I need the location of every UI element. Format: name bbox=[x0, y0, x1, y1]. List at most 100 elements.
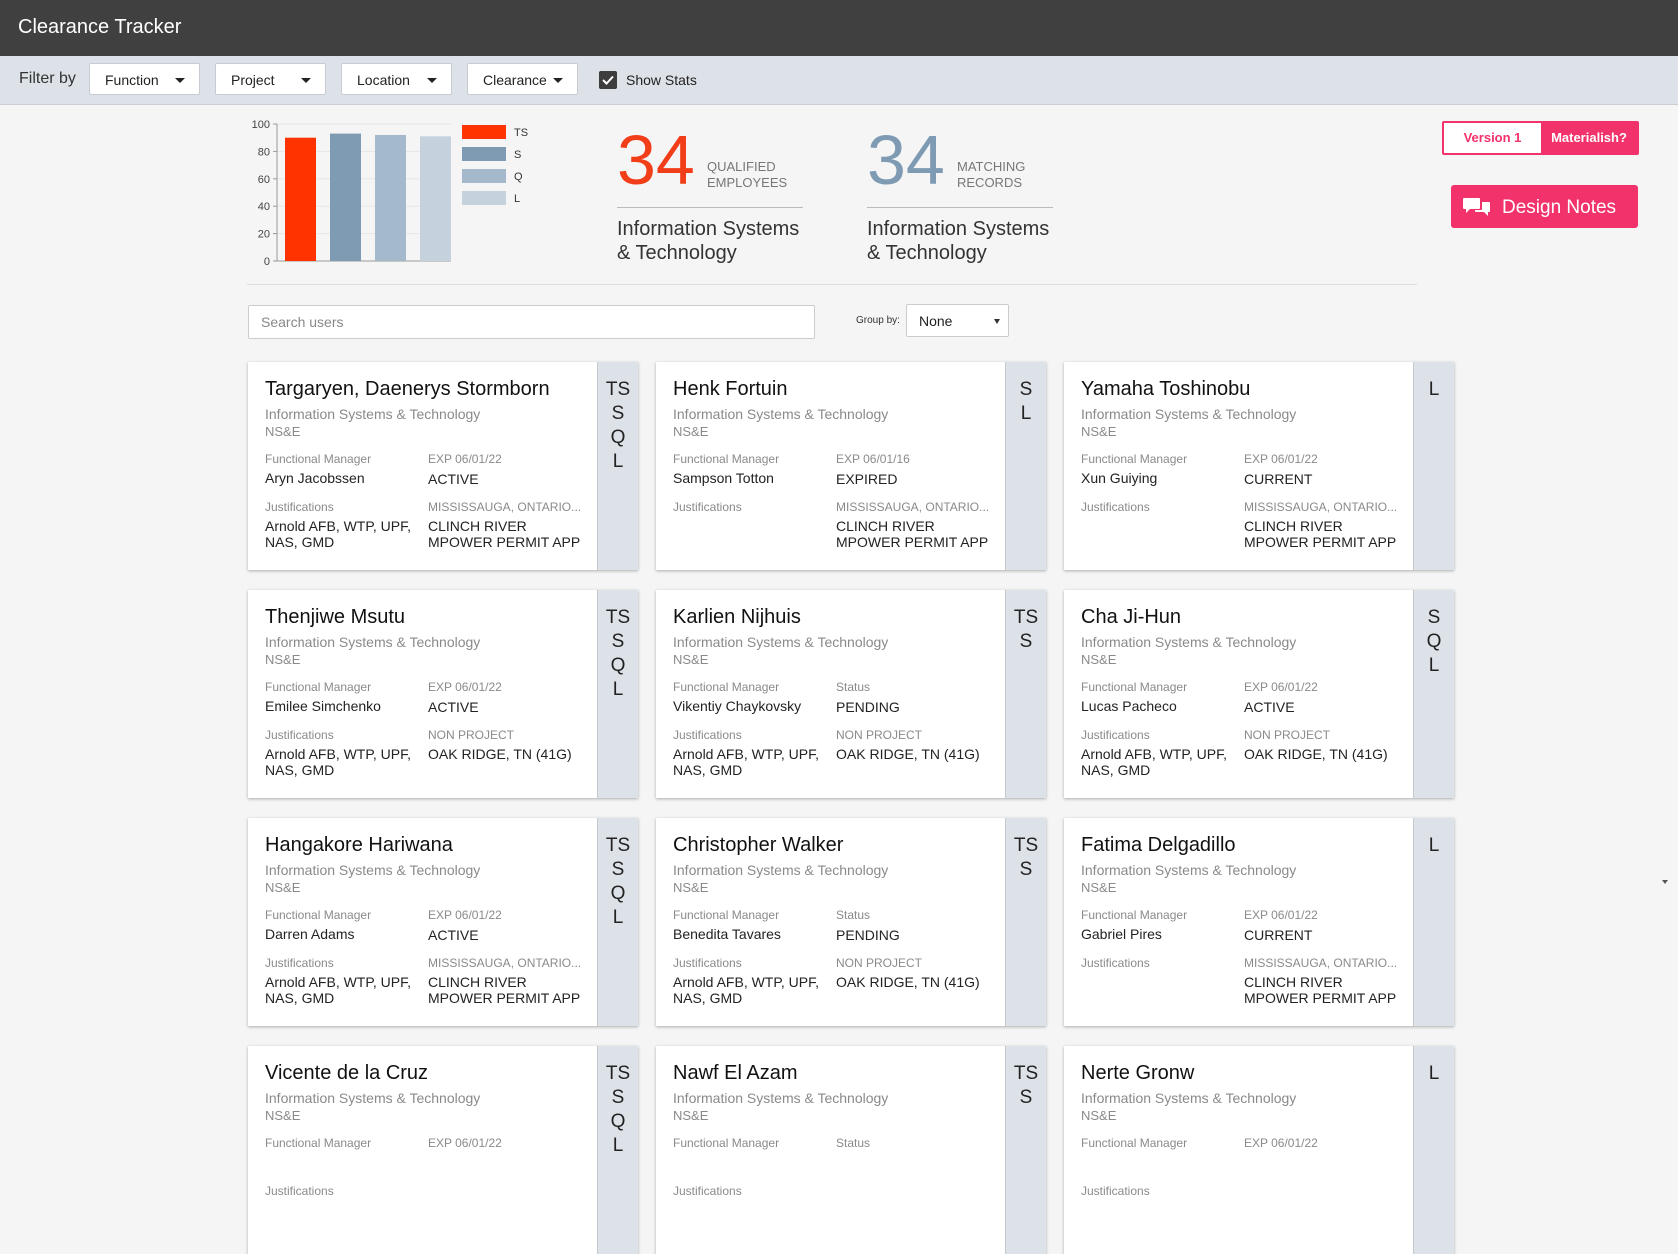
group-by-select[interactable]: None bbox=[906, 304, 1009, 337]
app-title: Clearance Tracker bbox=[18, 16, 182, 38]
clearance-level: L bbox=[1020, 403, 1032, 424]
group-by-value: None bbox=[919, 313, 953, 329]
functional-manager-value: Aryn Jacobssen bbox=[265, 470, 365, 486]
function-dropdown[interactable]: Function bbox=[89, 63, 200, 95]
scroll-down-arrow-icon[interactable] bbox=[1662, 880, 1668, 884]
clearance-bar-chart: 0 20 40 60 80 100 TS SQL bbox=[252, 119, 528, 268]
user-card[interactable]: Nawf El Azam Information Systems & Techn… bbox=[656, 1046, 1046, 1254]
status-value: ACTIVE bbox=[428, 699, 479, 715]
user-card[interactable]: Hangakore Hariwana Information Systems &… bbox=[248, 818, 638, 1026]
location-dropdown-label: Location bbox=[357, 72, 410, 88]
y-tick-label: 20 bbox=[258, 229, 270, 241]
clearance-level: S bbox=[1427, 607, 1441, 628]
user-card[interactable]: Henk Fortuin Information Systems & Techn… bbox=[656, 362, 1046, 570]
materialish-button[interactable]: Materialish? bbox=[1541, 123, 1637, 153]
project-dropdown-label: Project bbox=[231, 72, 275, 88]
justifications-label: Justifications bbox=[1081, 728, 1150, 742]
show-stats-label[interactable]: Show Stats bbox=[626, 72, 697, 88]
qualified-department-line2: & Technology bbox=[617, 242, 737, 264]
location-dropdown[interactable]: Location bbox=[341, 63, 452, 95]
user-name: Karlien Nijhuis bbox=[673, 606, 801, 628]
location-label: NON PROJECT bbox=[836, 728, 923, 742]
matching-label-line2: RECORDS bbox=[957, 175, 1023, 190]
location-line-1: CLINCH RIVER bbox=[428, 518, 527, 534]
clearance-level: S bbox=[1019, 859, 1033, 880]
qualified-label-line1: QUALIFIED bbox=[707, 159, 776, 174]
search-users-input[interactable] bbox=[248, 305, 815, 339]
legend-label: S bbox=[514, 149, 521, 161]
function-dropdown-label: Function bbox=[105, 72, 159, 88]
user-card[interactable]: Fatima Delgadillo Information Systems & … bbox=[1064, 818, 1454, 1026]
user-unit: NS&E bbox=[265, 424, 301, 439]
user-card[interactable]: Vicente de la Cruz Information Systems &… bbox=[248, 1046, 638, 1254]
matching-label-line1: MATCHING bbox=[957, 159, 1026, 174]
user-name: Nerte Gronw bbox=[1081, 1062, 1195, 1084]
justifications-line-1: Arnold AFB, WTP, UPF, bbox=[265, 518, 412, 534]
show-stats-checkbox[interactable] bbox=[599, 71, 617, 89]
status-label: EXP 06/01/22 bbox=[1244, 680, 1318, 694]
functional-manager-value: Sampson Totton bbox=[673, 470, 774, 486]
user-unit: NS&E bbox=[673, 880, 709, 895]
user-card[interactable]: Nerte Gronw Information Systems & Techno… bbox=[1064, 1046, 1454, 1254]
justifications-label: Justifications bbox=[265, 500, 334, 514]
location-line-1: CLINCH RIVER bbox=[1244, 518, 1343, 534]
user-card[interactable]: Cha Ji-Hun Information Systems & Technol… bbox=[1064, 590, 1454, 798]
bar-s bbox=[330, 133, 361, 261]
clearance-level: TS bbox=[1013, 607, 1039, 628]
matching-department-line2: & Technology bbox=[867, 242, 987, 264]
clearance-level: L bbox=[612, 679, 624, 700]
status-label: EXP 06/01/16 bbox=[836, 452, 910, 466]
check-icon bbox=[602, 75, 614, 85]
clearance-level: Q bbox=[610, 427, 626, 448]
clearance-levels-panel: TS S Q L bbox=[597, 1046, 638, 1254]
clearance-level: S bbox=[611, 859, 625, 880]
user-unit: NS&E bbox=[673, 1108, 709, 1123]
functional-manager-value: Benedita Tavares bbox=[673, 926, 781, 942]
justifications-label: Justifications bbox=[265, 1184, 334, 1198]
user-name: Vicente de la Cruz bbox=[265, 1062, 429, 1084]
caret-down-icon bbox=[175, 78, 185, 83]
project-dropdown[interactable]: Project bbox=[215, 63, 326, 95]
user-card[interactable]: Christopher Walker Information Systems &… bbox=[656, 818, 1046, 1026]
user-card[interactable]: Karlien Nijhuis Information Systems & Te… bbox=[656, 590, 1046, 798]
clearance-levels-panel: L bbox=[1413, 362, 1454, 570]
clearance-level: L bbox=[1428, 1063, 1440, 1084]
user-name: Yamaha Toshinobu bbox=[1081, 378, 1251, 400]
user-department: Information Systems & Technology bbox=[1081, 634, 1297, 650]
version-1-button[interactable]: Version 1 bbox=[1444, 123, 1541, 153]
user-department: Information Systems & Technology bbox=[1081, 862, 1297, 878]
clearance-level: Q bbox=[1426, 631, 1442, 652]
clearance-level: TS bbox=[605, 607, 631, 628]
clearance-dropdown-label: Clearance bbox=[483, 72, 547, 88]
justifications-line-1: Arnold AFB, WTP, UPF, bbox=[673, 974, 820, 990]
functional-manager-label: Functional Manager bbox=[673, 908, 780, 922]
caret-down-icon bbox=[427, 78, 437, 83]
user-name: Hangakore Hariwana bbox=[265, 834, 453, 856]
functional-manager-value: Gabriel Pires bbox=[1081, 926, 1162, 942]
user-unit: NS&E bbox=[1081, 880, 1117, 895]
clearance-level: L bbox=[1428, 379, 1440, 400]
user-card[interactable]: Thenjiwe Msutu Information Systems & Tec… bbox=[248, 590, 638, 798]
location-line-2: MPOWER PERMIT APP bbox=[836, 534, 989, 550]
status-value: PENDING bbox=[836, 927, 900, 943]
qualified-count: 34 bbox=[617, 121, 695, 199]
clearance-level: TS bbox=[605, 835, 631, 856]
functional-manager-value: Xun Guiying bbox=[1081, 470, 1158, 486]
design-notes-button[interactable]: Design Notes bbox=[1451, 185, 1638, 228]
user-card[interactable]: Yamaha Toshinobu Information Systems & T… bbox=[1064, 362, 1454, 570]
functional-manager-label: Functional Manager bbox=[1081, 1136, 1188, 1150]
app-header: Clearance Tracker bbox=[0, 0, 1678, 56]
clearance-levels-panel: TS S Q L bbox=[597, 362, 638, 570]
clearance-levels-list: L bbox=[1414, 378, 1454, 402]
clearance-levels-list: TS S Q L bbox=[598, 378, 638, 474]
user-card[interactable]: Targaryen, Daenerys Stormborn Informatio… bbox=[248, 362, 638, 570]
design-notes-label: Design Notes bbox=[1502, 197, 1617, 218]
clearance-level: S bbox=[1019, 631, 1033, 652]
group-by-label: Group by: bbox=[856, 315, 900, 326]
user-name: Cha Ji-Hun bbox=[1081, 606, 1182, 628]
user-unit: NS&E bbox=[1081, 424, 1117, 439]
clearance-dropdown[interactable]: Clearance bbox=[467, 63, 578, 95]
justifications-line-2: NAS, GMD bbox=[265, 534, 335, 550]
y-tick-label: 80 bbox=[258, 146, 270, 158]
functional-manager-value: Darren Adams bbox=[265, 926, 355, 942]
